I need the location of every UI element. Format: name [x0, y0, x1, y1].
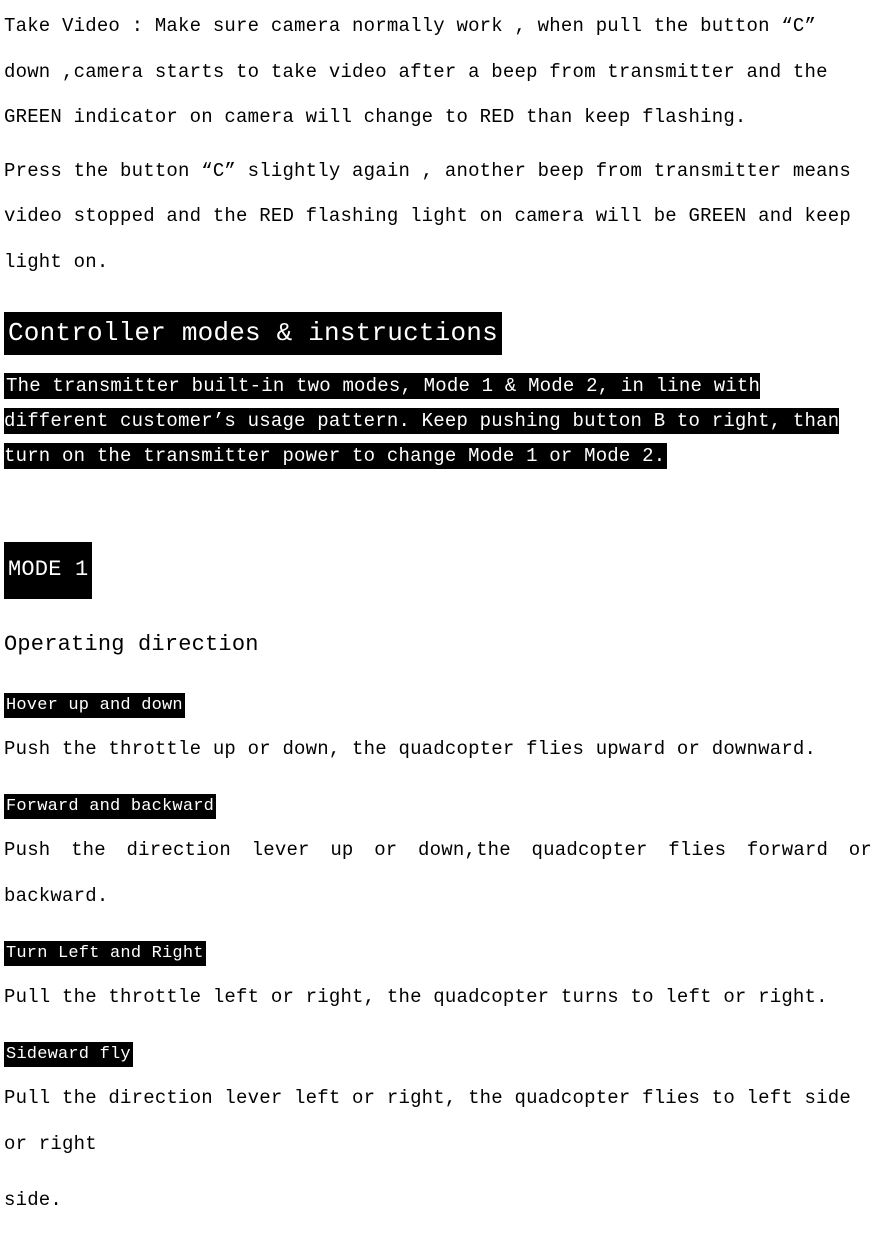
section-body-sideward: Pull the direction lever left or right, … [4, 1076, 872, 1167]
section-body-hover: Push the throttle up or down, the quadco… [4, 727, 872, 773]
section-body-turn: Pull the throttle left or right, the qua… [4, 975, 872, 1021]
section-label-sideward: Sideward fly [4, 1042, 133, 1068]
section-body-forward: Push the direction lever up or down,the … [4, 828, 872, 919]
trailing-line: side. [4, 1178, 872, 1224]
section-label-turn: Turn Left and Right [4, 941, 206, 967]
controller-modes-description: The transmitter built-in two modes, Mode… [4, 369, 872, 474]
document-page: Take Video : Make sure camera normally w… [0, 0, 876, 1253]
intro-paragraph-2: Press the button “C” slightly again , an… [4, 149, 872, 286]
intro-paragraph-1: Take Video : Make sure camera normally w… [4, 4, 872, 141]
controller-modes-description-text: The transmitter built-in two modes, Mode… [4, 373, 839, 469]
mode-1-heading: MODE 1 [4, 542, 92, 599]
section-label-forward: Forward and backward [4, 794, 216, 820]
section-label-hover: Hover up and down [4, 693, 185, 719]
operating-direction-subtitle: Operating direction [4, 619, 872, 672]
controller-modes-heading: Controller modes & instructions [4, 312, 502, 355]
